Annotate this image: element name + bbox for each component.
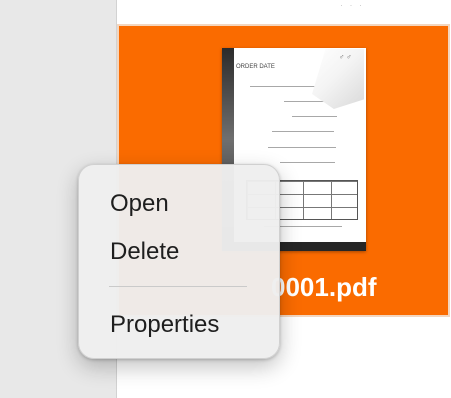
thumbnail-title: ORDER DATE <box>236 64 275 70</box>
thumbnail-text-line <box>272 131 334 132</box>
thumbnail-text-line <box>280 162 335 163</box>
context-menu: Open Delete Properties <box>78 164 280 359</box>
thumbnail-text-line <box>292 116 337 117</box>
context-menu-delete[interactable]: Delete <box>110 237 179 267</box>
file-name-label[interactable]: 0001.pdf <box>271 272 377 303</box>
document-corner-logo: ♂ ♂ <box>339 54 352 61</box>
partial-background-text: · · · <box>340 0 364 10</box>
context-menu-properties[interactable]: Properties <box>110 310 219 340</box>
thumbnail-text-line <box>268 147 336 148</box>
menu-separator <box>109 286 247 287</box>
context-menu-open[interactable]: Open <box>110 189 169 219</box>
file-manager-screen: · · · ORDER DATE ♂ ♂ 0001.pdf Open Delet… <box>0 0 451 398</box>
